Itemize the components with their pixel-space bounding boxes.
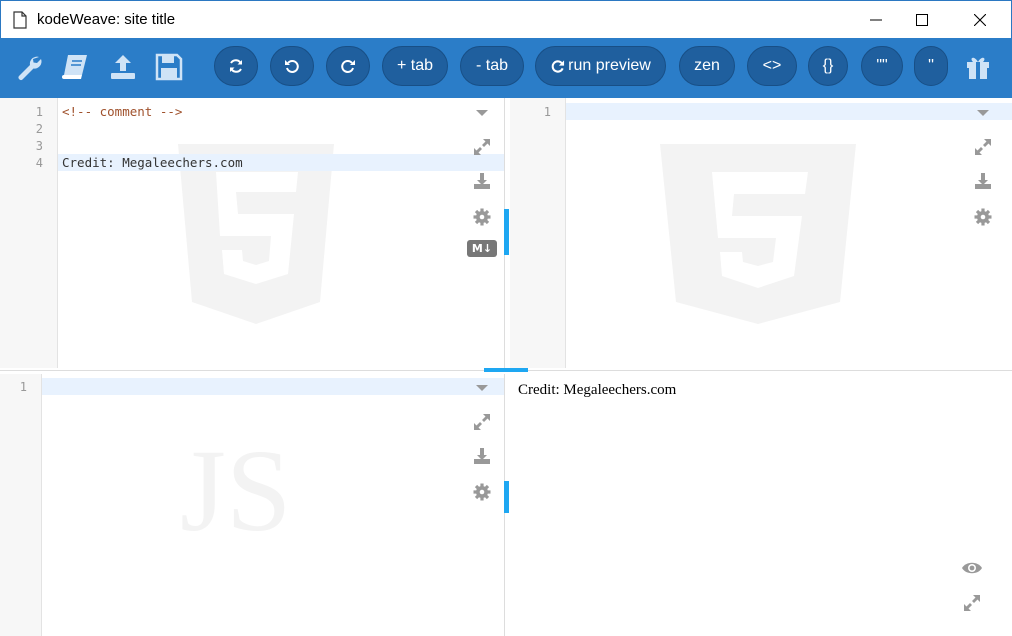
html-editor-pane[interactable]: 1 2 3 4 <!-- comment --> Credit: Megalee… bbox=[0, 98, 504, 368]
tags-button[interactable]: <> bbox=[747, 46, 797, 86]
chevron-down-icon[interactable] bbox=[471, 377, 493, 399]
minimize-icon bbox=[870, 19, 882, 21]
preview-text: Credit: Megaleechers.com bbox=[518, 382, 677, 398]
close-button[interactable] bbox=[957, 1, 1003, 39]
download-icon[interactable] bbox=[471, 445, 493, 467]
wrench-icon[interactable] bbox=[14, 52, 44, 82]
toolbar: + tab - tab run preview zen <> {} "" '' bbox=[0, 38, 1012, 98]
css-editor-pane[interactable]: 1 bbox=[510, 98, 1012, 368]
line-number: 2 bbox=[35, 122, 43, 136]
minimize-button[interactable] bbox=[853, 1, 899, 39]
markdown-badge[interactable]: M↓ bbox=[467, 240, 497, 257]
run-preview-label: run preview bbox=[568, 57, 651, 74]
save-icon[interactable] bbox=[154, 52, 184, 82]
run-icon bbox=[551, 59, 565, 73]
undo-icon bbox=[285, 60, 299, 73]
gear-icon[interactable] bbox=[471, 206, 493, 228]
preview-pane[interactable] bbox=[510, 374, 1012, 636]
eye-icon[interactable] bbox=[960, 557, 984, 579]
active-line bbox=[566, 103, 1012, 120]
js-editor-pane[interactable]: 1 JS bbox=[0, 374, 504, 636]
close-icon bbox=[974, 14, 986, 26]
double-quotes-button[interactable]: "" bbox=[861, 46, 903, 86]
line-number: 1 bbox=[35, 105, 43, 119]
remove-tab-button[interactable]: - tab bbox=[460, 46, 524, 86]
line-number: 1 bbox=[19, 380, 27, 394]
css3-logo-watermark bbox=[660, 144, 856, 329]
braces-button[interactable]: {} bbox=[808, 46, 848, 86]
line-number: 1 bbox=[543, 105, 551, 119]
resize-handle[interactable] bbox=[484, 368, 528, 372]
single-quote-button[interactable]: '' bbox=[914, 46, 948, 86]
line-number: 4 bbox=[35, 156, 43, 170]
refresh-button[interactable] bbox=[214, 46, 258, 86]
chevron-down-icon[interactable] bbox=[972, 102, 994, 124]
document-icon bbox=[13, 11, 27, 29]
expand-icon[interactable] bbox=[471, 136, 493, 158]
redo-icon bbox=[341, 60, 355, 73]
maximize-button[interactable] bbox=[899, 1, 945, 39]
line-number: 3 bbox=[35, 139, 43, 153]
line-gutter: 1 bbox=[0, 374, 42, 636]
gift-icon[interactable] bbox=[963, 52, 993, 82]
line-gutter: 1 bbox=[510, 98, 566, 368]
resize-handle[interactable] bbox=[504, 209, 509, 255]
code-line: <!-- comment --> bbox=[62, 104, 183, 119]
gear-icon[interactable] bbox=[972, 206, 994, 228]
chevron-down-icon[interactable] bbox=[471, 102, 493, 124]
active-line bbox=[42, 378, 504, 395]
expand-icon[interactable] bbox=[972, 136, 994, 158]
zen-button[interactable]: zen bbox=[679, 46, 735, 86]
upload-icon[interactable] bbox=[108, 52, 138, 82]
maximize-icon bbox=[916, 14, 928, 26]
download-icon[interactable] bbox=[471, 170, 493, 192]
expand-icon[interactable] bbox=[471, 411, 493, 433]
html5-logo-watermark bbox=[178, 144, 334, 329]
undo-button[interactable] bbox=[270, 46, 314, 86]
code-line: Credit: Megaleechers.com bbox=[62, 155, 243, 170]
download-icon[interactable] bbox=[972, 170, 994, 192]
refresh-icon bbox=[230, 59, 242, 73]
line-gutter: 1 2 3 4 bbox=[0, 98, 58, 368]
window-title: kodeWeave: site title bbox=[37, 11, 176, 28]
redo-button[interactable] bbox=[326, 46, 370, 86]
gear-icon[interactable] bbox=[471, 481, 493, 503]
title-bar: kodeWeave: site title bbox=[0, 0, 1012, 38]
js-logo-watermark: JS bbox=[180, 425, 292, 556]
expand-icon[interactable] bbox=[961, 592, 983, 614]
resize-handle[interactable] bbox=[504, 481, 509, 513]
run-preview-button[interactable]: run preview bbox=[535, 46, 666, 86]
add-tab-button[interactable]: + tab bbox=[382, 46, 448, 86]
book-icon[interactable] bbox=[60, 52, 90, 82]
